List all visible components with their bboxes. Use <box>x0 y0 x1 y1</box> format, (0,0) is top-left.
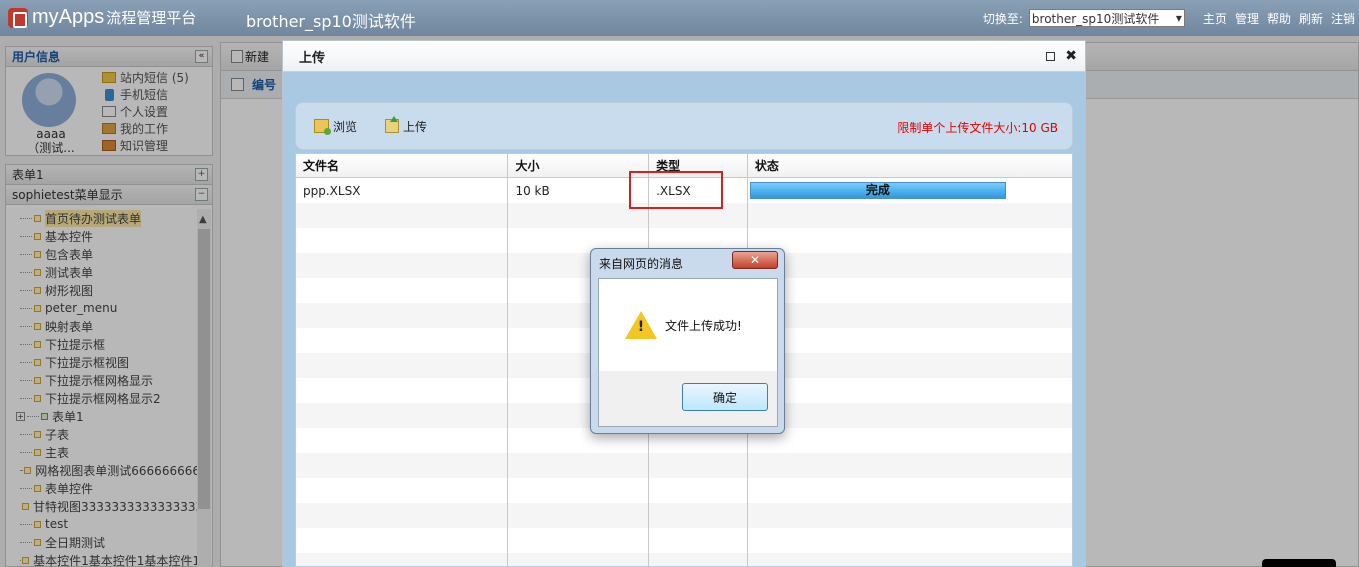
refresh-link[interactable]: 刷新 <box>1299 10 1323 27</box>
empty-table-row <box>296 503 1072 528</box>
empty-cell <box>649 528 748 553</box>
upload-dialog-titlebar: 上传 ✖ <box>283 41 1085 72</box>
empty-cell <box>748 453 1072 478</box>
top-bar: myApps 流程管理平台 brother_sp10测试软件 切换至: brot… <box>0 0 1359 36</box>
empty-cell <box>649 453 748 478</box>
empty-cell <box>508 453 650 478</box>
empty-cell <box>296 253 509 278</box>
file-name-cell: ppp.XLSX <box>296 178 509 203</box>
empty-cell <box>649 503 748 528</box>
browse-icon <box>314 119 331 135</box>
empty-cell <box>748 478 1072 503</box>
empty-cell <box>296 403 509 428</box>
empty-cell <box>748 303 1072 328</box>
empty-cell <box>508 503 650 528</box>
empty-table-row <box>296 478 1072 503</box>
top-right-nav: 切换至: brother_sp10测试软件 ▾ 主页 管理 帮助 刷新 注销 <box>983 9 1355 27</box>
empty-table-row <box>296 453 1072 478</box>
file-size-cell: 10 kB <box>508 178 650 203</box>
close-icon[interactable]: ✖ <box>1065 49 1077 63</box>
empty-cell <box>296 353 509 378</box>
alert-message-area: ! 文件上传成功! <box>599 279 777 371</box>
browse-button[interactable]: 浏览 <box>314 118 357 135</box>
empty-cell <box>296 553 509 566</box>
empty-cell <box>508 528 650 553</box>
admin-link[interactable]: 管理 <box>1235 10 1259 27</box>
empty-cell <box>748 328 1072 353</box>
taskbar-fragment <box>1262 559 1336 567</box>
alert-message: 文件上传成功! <box>665 319 742 333</box>
warning-icon-mark: ! <box>637 319 645 335</box>
type-highlight-box <box>629 171 723 209</box>
empty-cell <box>508 203 650 228</box>
empty-cell <box>748 228 1072 253</box>
app-title: brother_sp10测试软件 <box>246 12 416 31</box>
progress-status-text: 完成 <box>865 183 890 197</box>
empty-cell <box>649 478 748 503</box>
empty-table-row <box>296 553 1072 566</box>
col-size[interactable]: 大小 <box>508 154 650 177</box>
logo: myApps 流程管理平台 <box>8 6 196 29</box>
empty-table-row <box>296 528 1072 553</box>
logo-subtitle: 流程管理平台 <box>106 9 197 27</box>
empty-cell <box>748 403 1072 428</box>
empty-cell <box>296 278 509 303</box>
upload-button[interactable]: 上传 <box>385 116 428 135</box>
upload-dialog-title: 上传 <box>299 50 326 66</box>
app-switch-select[interactable]: brother_sp10测试软件 ▾ <box>1028 9 1185 27</box>
size-limit-text: 限制单个上传文件大小:10 GB <box>897 121 1058 135</box>
empty-cell <box>296 228 509 253</box>
col-filename[interactable]: 文件名 <box>296 154 509 177</box>
empty-cell <box>296 303 509 328</box>
empty-cell <box>748 553 1072 566</box>
logo-icon <box>8 7 28 28</box>
empty-cell <box>296 503 509 528</box>
empty-cell <box>508 478 650 503</box>
empty-cell <box>748 203 1072 228</box>
empty-cell <box>296 528 509 553</box>
empty-cell <box>296 428 509 453</box>
empty-cell <box>748 278 1072 303</box>
home-link[interactable]: 主页 <box>1203 10 1227 27</box>
empty-cell <box>748 528 1072 553</box>
alert-close-button[interactable]: ✕ <box>732 251 778 269</box>
empty-cell <box>748 353 1072 378</box>
empty-cell <box>296 453 509 478</box>
upload-toolbar: 浏览 上传 限制单个上传文件大小:10 GB <box>295 102 1073 150</box>
file-status-cell: 完成 <box>748 178 1072 203</box>
app-switch-value: brother_sp10测试软件 <box>1031 11 1160 26</box>
empty-cell <box>748 503 1072 528</box>
empty-cell <box>748 253 1072 278</box>
ok-button[interactable]: 确定 <box>682 383 768 411</box>
empty-cell <box>296 328 509 353</box>
logout-link[interactable]: 注销 <box>1331 10 1355 27</box>
empty-cell <box>296 378 509 403</box>
empty-cell <box>508 553 650 566</box>
maximize-icon[interactable] <box>1046 51 1056 61</box>
help-link[interactable]: 帮助 <box>1267 10 1291 27</box>
upload-icon <box>385 116 400 133</box>
logo-name: myApps <box>32 6 105 28</box>
alert-dialog: 来自网页的消息 ✕ ! 文件上传成功! 确定 <box>590 248 785 434</box>
empty-cell <box>296 478 509 503</box>
browse-label: 浏览 <box>333 119 358 134</box>
alert-content: ! 文件上传成功! 确定 <box>598 278 778 427</box>
switch-label: 切换至: <box>982 11 1023 26</box>
upload-progress-bar: 完成 <box>749 182 1006 199</box>
empty-cell <box>649 553 748 566</box>
empty-cell <box>748 378 1072 403</box>
upload-label: 上传 <box>403 119 428 134</box>
empty-cell <box>748 428 1072 453</box>
empty-cell <box>296 203 509 228</box>
alert-title: 来自网页的消息 <box>599 257 684 271</box>
chevron-down-icon: ▾ <box>1175 11 1182 25</box>
col-status[interactable]: 状态 <box>748 154 1072 177</box>
